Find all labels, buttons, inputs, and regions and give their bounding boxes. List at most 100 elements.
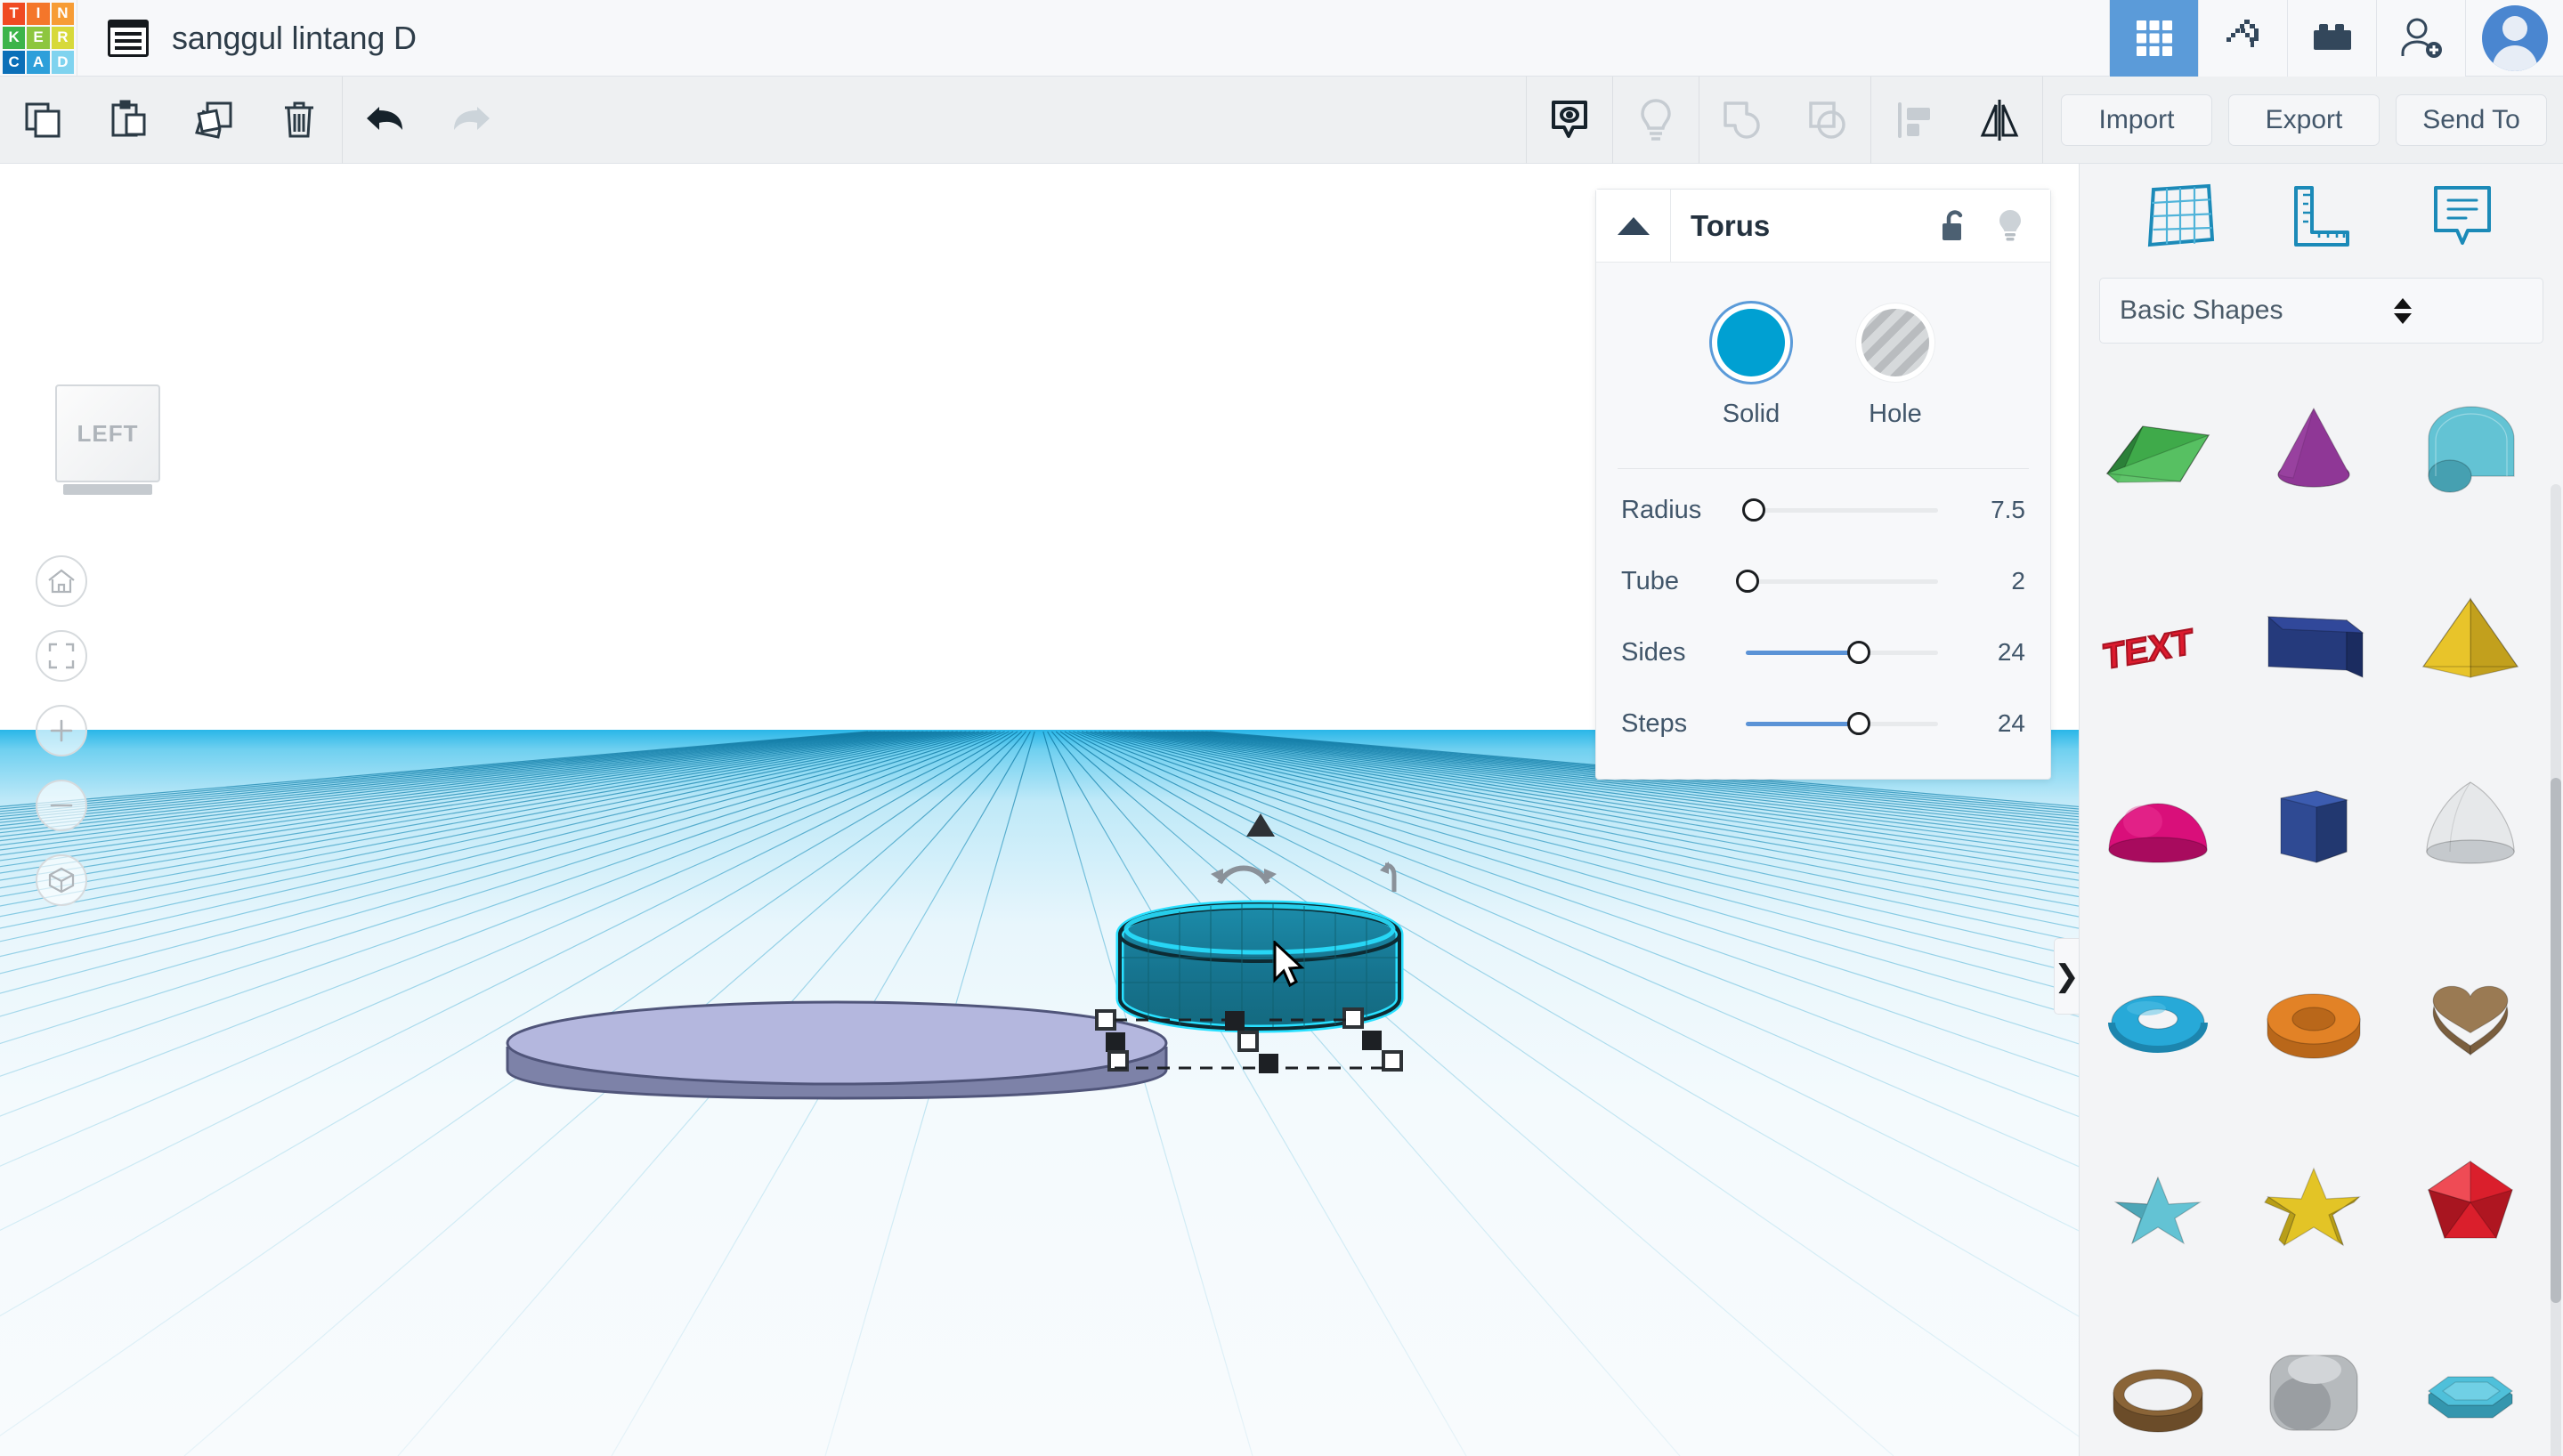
shape-star-5[interactable] (2080, 1107, 2236, 1296)
hole-hatch-circle (1861, 309, 1929, 376)
file-actions: Import Export Send To (2043, 93, 2563, 146)
shape-category-select[interactable]: Basic Shapes (2099, 278, 2543, 344)
triangle-up-icon[interactable] (1596, 189, 1671, 263)
zoom-in-button[interactable] (36, 705, 87, 756)
shape-roof[interactable] (2080, 352, 2236, 541)
scrollbar-thumb[interactable] (2551, 778, 2561, 1303)
inspector-body: Solid Hole Radius 7.5 Tube 2 Sides 24 St… (1596, 263, 2050, 779)
shape-pyramid[interactable] (2392, 541, 2549, 730)
shape-cone[interactable] (2236, 352, 2393, 541)
shape-rounded-cube[interactable] (2236, 1296, 2393, 1456)
tube-slider[interactable]: Tube 2 (1596, 546, 2050, 617)
logo-tile-r: R (51, 26, 74, 50)
shape-half-sphere[interactable] (2080, 730, 2236, 918)
lavender-disc-shape[interactable] (499, 991, 1175, 1100)
svg-text:TEXT: TEXT (2103, 621, 2194, 677)
shape-inspector-panel: Torus Solid Hole Radius 7.5 Tube 2 Sides… (1595, 189, 2051, 780)
shape-category-value: Basic Shapes (2120, 295, 2283, 325)
paste-icon[interactable] (85, 77, 171, 164)
rotate-gizmo-small-icon[interactable] (1376, 858, 1408, 897)
selection-handles[interactable] (1095, 991, 1424, 1089)
shape-paraboloid[interactable] (2392, 730, 2549, 918)
shape-box[interactable] (2236, 541, 2393, 730)
shape-star-extrude[interactable] (2236, 1107, 2393, 1296)
sides-label: Sides (1621, 637, 1686, 667)
clipboard-tools (0, 77, 342, 164)
logo-tile-e: E (27, 26, 50, 50)
grid-apps-icon[interactable] (2109, 0, 2198, 77)
shape-mode-row: Solid Hole (1596, 289, 2050, 441)
zoom-out-button[interactable] (36, 780, 87, 831)
sides-slider[interactable]: Sides 24 (1596, 617, 2050, 688)
copy-icon[interactable] (0, 77, 85, 164)
mirror-icon[interactable] (1957, 77, 2042, 164)
logo-tile-t: T (3, 2, 26, 25)
duplicate-icon[interactable] (171, 77, 256, 164)
perspective-toggle-button[interactable] (36, 854, 87, 906)
divider (1618, 468, 2029, 469)
sides-value: 24 (1997, 638, 2025, 666)
undo-icon[interactable] (343, 77, 428, 164)
tube-label: Tube (1621, 566, 1680, 595)
avatar[interactable] (2465, 0, 2563, 77)
top-bar: TIN KER CAD sanggul lintang D (0, 0, 2563, 77)
fit-to-view-button[interactable] (36, 630, 87, 682)
page-title: sanggul lintang D (172, 19, 417, 56)
align-icon (1871, 77, 1957, 164)
send-to-button[interactable]: Send To (2396, 93, 2547, 146)
logo-tile-i: I (27, 2, 50, 25)
lightbulb-icon[interactable] (1983, 190, 2038, 263)
solid-swatch[interactable]: Solid (1717, 309, 1785, 429)
note-eye-icon[interactable] (1527, 77, 1612, 164)
shape-torus[interactable] (2080, 918, 2236, 1107)
radius-value: 7.5 (1991, 496, 2025, 523)
logo-tile-a: A (27, 51, 50, 74)
collapse-inspector-button[interactable]: ❯ (2054, 938, 2079, 1015)
steps-slider[interactable]: Steps 24 (1596, 688, 2050, 759)
inspector-title: Torus (1691, 208, 1771, 242)
shape-polyhedron[interactable] (2392, 1107, 2549, 1296)
shape-tube[interactable] (2236, 918, 2393, 1107)
hole-swatch[interactable]: Hole (1861, 309, 1929, 429)
rotate-gizmo-icon[interactable] (1204, 856, 1284, 895)
redo-icon (428, 77, 514, 164)
shape-octagon[interactable] (2392, 1296, 2549, 1456)
logo-tile-c: C (3, 51, 26, 74)
sidebar-tools (2080, 164, 2563, 269)
sidebar-scrollbar[interactable] (2551, 484, 2561, 1456)
height-gizmo-arrow[interactable] (1246, 813, 1275, 837)
shape-text[interactable]: TEXT (2080, 541, 2236, 730)
shape-ring[interactable] (2080, 1296, 2236, 1456)
logo-tile-n: N (51, 2, 74, 25)
workplane-icon[interactable] (2139, 175, 2221, 257)
category-select-wrap: Basic Shapes (2080, 269, 2563, 360)
shape-half-cylinder[interactable] (2392, 352, 2549, 541)
shape-polygon-prism[interactable] (2236, 730, 2393, 918)
edit-toolbar: Import Export Send To (0, 76, 2563, 164)
chevron-updown-icon (2394, 297, 2523, 324)
logo-tile-k: K (3, 26, 26, 50)
home-view-button[interactable] (36, 555, 87, 607)
hole-label: Hole (1869, 400, 1922, 428)
inspector-header: Torus (1596, 189, 2050, 263)
note-icon[interactable] (2421, 175, 2503, 257)
tinkercad-logo[interactable]: TIN KER CAD (0, 0, 77, 77)
solid-color-circle (1717, 309, 1785, 376)
project-list-icon[interactable] (108, 19, 149, 57)
add-person-icon[interactable] (2376, 0, 2465, 77)
group-icon (1699, 77, 1785, 164)
shape-gallery: TEXT (2080, 352, 2563, 1456)
shape-heart[interactable] (2392, 918, 2549, 1107)
lego-brick-icon[interactable] (2287, 0, 2376, 77)
tube-value: 2 (2011, 567, 2025, 595)
view-cube-label: LEFT (55, 384, 160, 482)
unlock-icon[interactable] (1927, 190, 1983, 263)
ruler-icon[interactable] (2280, 175, 2362, 257)
shapes-sidebar: Basic Shapes TEXT (2079, 164, 2563, 1456)
radius-slider[interactable]: Radius 7.5 (1596, 474, 2050, 546)
delete-icon[interactable] (256, 77, 342, 164)
view-cube[interactable]: LEFT (55, 384, 160, 500)
import-button[interactable]: Import (2061, 93, 2212, 146)
export-button[interactable]: Export (2228, 93, 2380, 146)
pickaxe-icon[interactable] (2198, 0, 2287, 77)
